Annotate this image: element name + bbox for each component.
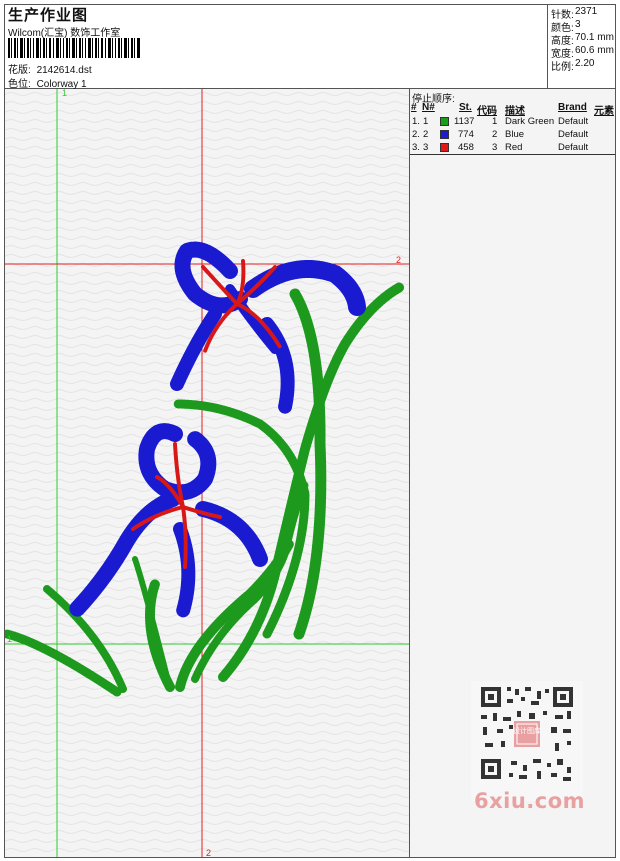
color-swatch-icon [440,117,449,126]
page-title: 生产作业图 [8,7,89,24]
row-index: 1. [412,116,420,127]
col-needle-header: N# [422,102,435,113]
table-bottom-rule [410,154,615,155]
stat-value: 2.20 [575,58,595,69]
stats-divider [547,4,548,88]
row-stitches: 458 [458,142,474,153]
guide-marker-v1: 1 [62,89,68,98]
stat-value: 60.6 mm [575,45,614,56]
stat-scale: 比例: 2.20 [551,58,594,73]
row-stitches: 774 [458,129,474,140]
row-index: 3. [412,142,420,153]
guide-marker-h1: 1 [7,634,13,644]
row-code: 1 [492,116,498,127]
col-index-header: # [411,102,417,113]
stat-value: 3 [575,19,581,30]
row-brand: Default [558,142,589,153]
watermark-text: 6xiu.com [474,789,586,813]
colorway-line: 色位: Colorway 1 [8,75,87,90]
color-swatch-icon [440,143,449,152]
guide-marker-h2: 2 [396,255,402,265]
color-row[interactable]: 1. 1 1137 1 Dark Green Default [410,115,615,128]
color-swatch-icon [440,130,449,139]
row-code: 2 [492,129,498,140]
row-description: Blue [505,129,525,140]
row-stitches: 1137 [454,116,475,127]
row-needle: 2 [423,129,429,140]
row-index: 2. [412,129,420,140]
col-brand-header: Brand [558,102,587,113]
studio-name: Wilcom(汇宝) 数饰工作室 [8,28,121,39]
design-canvas[interactable]: 1 1 2 2 [5,89,409,857]
stat-value: 70.1 mm [575,32,614,43]
stat-label: 比例: [551,62,574,73]
stat-value: 2371 [575,6,598,17]
qr-code-icon: 设计图库 [471,681,583,801]
col-stitches-header: St. [459,102,472,113]
row-needle: 3 [423,142,429,153]
row-brand: Default [558,116,589,127]
embroidery-artwork [5,89,409,857]
qr-center-label: 设计图库 [513,726,541,735]
row-code: 3 [492,142,498,153]
color-row[interactable]: 3. 3 458 3 Red Default [410,141,615,154]
row-brand: Default [558,129,589,140]
row-description: Dark Green [505,116,555,127]
design-file-line: 花版: 2142614.dst [8,61,92,76]
row-needle: 1 [423,116,429,127]
color-row[interactable]: 2. 2 774 2 Blue Default [410,128,615,141]
row-description: Red [505,142,523,153]
barcode-image [8,38,140,58]
guide-marker-v2: 2 [206,848,212,857]
